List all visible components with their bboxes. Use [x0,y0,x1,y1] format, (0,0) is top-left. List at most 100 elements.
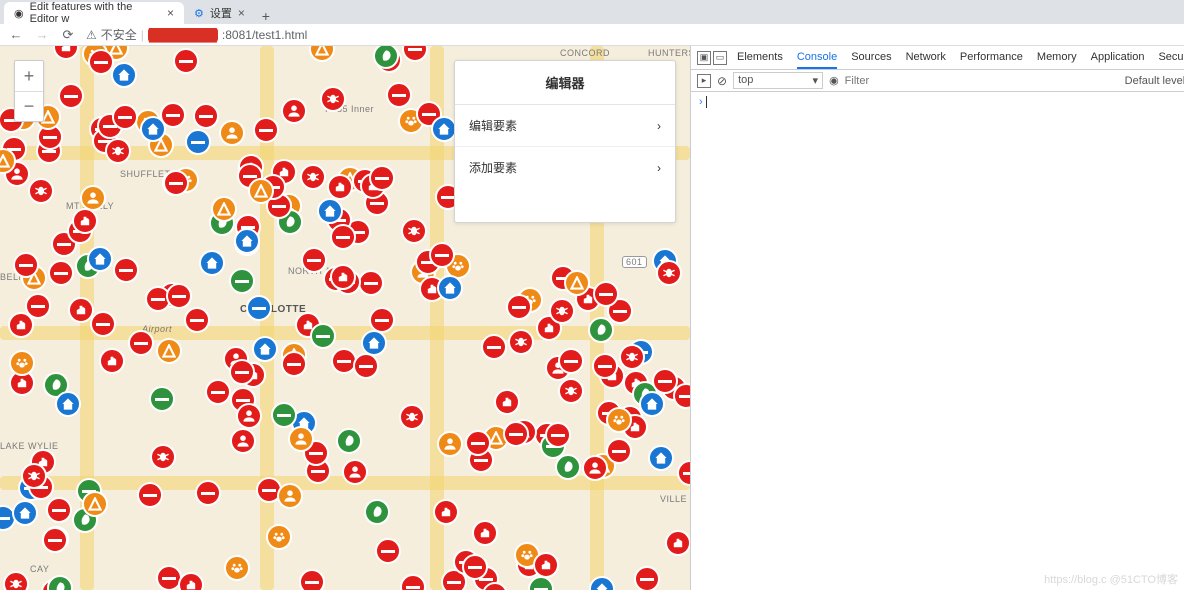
map-marker[interactable] [592,353,618,379]
map-marker[interactable] [648,445,674,471]
map-marker[interactable] [558,348,584,374]
map-marker[interactable] [195,480,221,506]
map-marker[interactable] [386,82,412,108]
map-marker[interactable] [358,270,384,296]
map-marker[interactable] [53,46,79,60]
map-marker[interactable] [185,129,211,155]
map-marker[interactable] [156,338,182,364]
map-marker[interactable] [271,402,297,428]
map-marker[interactable] [211,196,237,222]
map-marker[interactable] [128,330,154,356]
map-marker[interactable] [342,459,368,485]
map-marker[interactable] [656,260,682,286]
tab-network[interactable]: Network [906,47,946,69]
map-marker[interactable] [400,574,426,590]
map-marker[interactable] [234,228,260,254]
map-marker[interactable] [253,117,279,143]
map-marker[interactable] [593,281,619,307]
map-marker[interactable] [606,407,632,433]
map-marker[interactable] [90,311,116,337]
map-marker[interactable] [402,46,428,62]
map-marker[interactable] [634,566,660,590]
map-marker[interactable] [665,530,690,556]
map-marker[interactable] [224,555,250,581]
map-marker[interactable] [310,323,336,349]
add-features-row[interactable]: 添加要素 › [455,146,675,188]
map-marker[interactable] [163,170,189,196]
map-marker[interactable] [150,444,176,470]
inspect-icon[interactable]: ▣ [697,51,711,65]
tab-editor[interactable]: ◉ Edit features with the Editor w × [4,2,184,24]
map-marker[interactable] [401,218,427,244]
map-marker[interactable] [277,483,303,509]
map-marker[interactable] [375,538,401,564]
map-marker[interactable] [437,275,463,301]
map-marker[interactable] [588,317,614,343]
map-marker[interactable] [508,329,534,355]
map-marker[interactable] [433,499,459,525]
map-marker[interactable] [149,386,175,412]
map-marker[interactable] [229,268,255,294]
edit-features-row[interactable]: 编辑要素 › [455,104,675,146]
tab-sources[interactable]: Sources [851,47,891,69]
map-marker[interactable] [193,103,219,129]
map-marker[interactable] [673,383,690,409]
forward-button[interactable]: → [34,27,50,42]
map-marker[interactable] [555,454,581,480]
map-marker[interactable] [46,497,72,523]
map-marker[interactable] [399,404,425,430]
tab-security[interactable]: Security [1158,47,1184,69]
sidebar-toggle-icon[interactable]: ▸ [697,74,711,88]
map-marker[interactable] [88,49,114,75]
map-marker[interactable] [42,527,68,553]
clear-console-icon[interactable]: ⊘ [717,74,727,88]
close-icon[interactable]: × [167,6,174,20]
map-marker[interactable] [166,283,192,309]
context-selector[interactable]: top▾ [733,72,823,89]
map-marker[interactable] [503,421,529,447]
map-marker[interactable] [21,463,47,489]
reload-button[interactable]: ⟳ [60,27,76,43]
map-marker[interactable] [28,178,54,204]
back-button[interactable]: ← [8,27,24,42]
map-marker[interactable] [111,62,137,88]
map-marker[interactable] [589,576,615,590]
map-marker[interactable] [199,250,225,276]
zoom-in-button[interactable]: + [15,61,43,91]
map-marker[interactable] [549,298,575,324]
map-marker[interactable] [677,460,690,486]
map-marker[interactable] [236,403,262,429]
map-marker[interactable] [606,438,632,464]
map-marker[interactable] [9,350,35,376]
map-marker[interactable] [582,455,608,481]
map-marker[interactable] [48,260,74,286]
map-marker[interactable] [336,428,362,454]
eye-icon[interactable]: ◉ [829,74,839,87]
map-marker[interactable] [13,252,39,278]
map-marker[interactable] [137,482,163,508]
map-marker[interactable] [47,575,73,590]
close-icon[interactable]: × [238,6,245,20]
map-marker[interactable] [205,379,231,405]
filter-input[interactable] [845,75,1119,87]
map-marker[interactable] [494,389,520,415]
map-marker[interactable] [481,334,507,360]
tab-memory[interactable]: Memory [1037,47,1077,69]
map-marker[interactable] [178,572,204,590]
map-marker[interactable] [8,312,34,338]
map-marker[interactable] [68,297,94,323]
map-marker[interactable] [364,499,390,525]
log-levels-selector[interactable]: Default levels▾ [1125,74,1184,87]
map-marker[interactable] [58,83,84,109]
map-marker[interactable] [105,138,131,164]
map-marker[interactable] [82,491,108,517]
map-marker[interactable] [112,104,138,130]
map-marker[interactable] [462,554,488,580]
map-marker[interactable] [12,500,38,526]
map-marker[interactable] [437,431,463,457]
map-marker[interactable] [619,344,645,370]
map-marker[interactable] [533,552,559,578]
map-marker[interactable] [639,391,665,417]
map-marker[interactable] [299,569,325,590]
map-marker[interactable] [184,307,210,333]
